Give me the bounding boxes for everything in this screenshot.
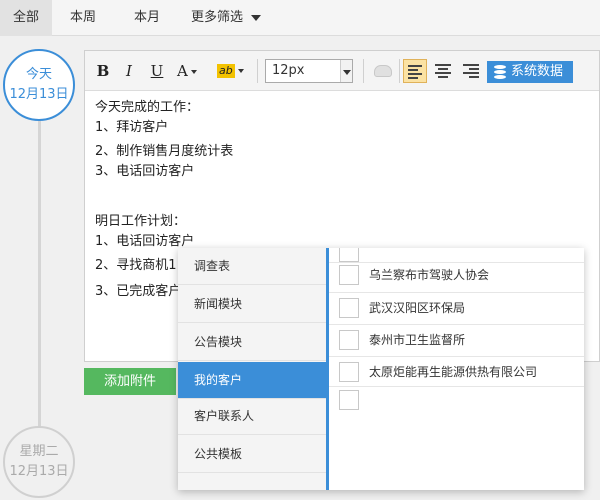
day-label: 今天 [25, 67, 52, 82]
category-list: 调查表 新闻模块 公告模块 我的客户 客户联系人 公共模板 [178, 248, 326, 490]
timeline-line [38, 106, 41, 428]
highlight-icon: ab [217, 64, 235, 78]
timeline-day-today: 今天 12月13日 [3, 49, 75, 121]
italic-button[interactable]: I [122, 60, 136, 82]
list-item-label: 泰州市卫生监督所 [369, 333, 466, 347]
category-item[interactable]: 公告模块 [178, 324, 326, 361]
align-right-button[interactable] [459, 59, 483, 83]
checkbox[interactable] [339, 265, 359, 285]
font-color-button[interactable]: A [177, 60, 205, 82]
day-label: 星期二 [19, 444, 59, 459]
row-divider [329, 356, 584, 357]
category-item[interactable]: 客户联系人 [178, 398, 326, 435]
more-filters-label: 更多筛选 [191, 10, 244, 25]
list-item-label: 乌兰察布市驾驶人协会 [369, 268, 490, 282]
chevron-down-icon [340, 60, 352, 82]
category-item[interactable]: 调查表 [178, 248, 326, 285]
timeline-day-tuesday: 星期二 12月13日 [3, 426, 75, 498]
bold-button[interactable]: B [95, 60, 111, 82]
system-data-label: 系统数据 [511, 64, 564, 79]
customer-list: 乌兰察布市驾驶人协会 武汉汉阳区环保局 泰州市卫生监督所 太原炬能再生能源供热有… [329, 248, 584, 490]
system-data-button[interactable]: 系统数据 [487, 61, 573, 83]
tab-all[interactable]: 全部 [0, 0, 52, 36]
chevron-down-icon [190, 70, 197, 74]
row-divider [329, 292, 584, 293]
editor-line: 1、拜访客户 [95, 120, 169, 135]
row-divider [329, 386, 584, 387]
checkbox[interactable] [339, 298, 359, 318]
font-color-icon: A [177, 62, 188, 80]
clear-format-button[interactable] [371, 60, 395, 82]
editor-toolbar: B I U A ab 12px 系统数据 [85, 51, 599, 91]
toolbar-divider [257, 59, 258, 83]
checkbox[interactable] [339, 362, 359, 382]
toolbar-divider [363, 59, 364, 83]
tab-this-week[interactable]: 本周 [70, 0, 96, 36]
filter-tabs: 全部 本周 本月 更多筛选 [0, 0, 600, 36]
toolbar-divider [399, 59, 400, 83]
tab-more-filters[interactable]: 更多筛选 [191, 0, 262, 36]
checkbox[interactable] [339, 330, 359, 350]
list-item-label: 太原炬能再生能源供热有限公司 [369, 365, 538, 379]
font-size-value: 12px [272, 63, 305, 78]
day-date: 12月13日 [9, 87, 69, 102]
checkbox[interactable] [339, 390, 359, 410]
row-divider [329, 324, 584, 325]
checkbox[interactable] [339, 248, 359, 262]
chevron-down-icon [237, 69, 244, 73]
category-item[interactable]: 新闻模块 [178, 286, 326, 323]
add-attachment-button[interactable]: 添加附件 [84, 368, 176, 395]
day-date: 12月13日 [9, 464, 69, 479]
system-data-popup: 调查表 新闻模块 公告模块 我的客户 客户联系人 公共模板 乌兰察布市驾驶人协会… [178, 248, 584, 490]
category-item[interactable]: 公共模板 [178, 436, 326, 473]
editor-line: 明日工作计划： [95, 214, 187, 229]
highlight-color-button[interactable]: ab [217, 60, 251, 82]
database-icon [494, 65, 506, 79]
align-left-button[interactable] [403, 59, 427, 83]
align-center-button[interactable] [431, 59, 455, 83]
chevron-down-icon [251, 14, 262, 21]
list-item-label: 武汉汉阳区环保局 [369, 301, 466, 315]
editor-line: 3、电话回访客户 [95, 164, 195, 179]
editor-line: 2、制作销售月度统计表 [95, 144, 234, 159]
font-size-select[interactable]: 12px [265, 59, 353, 83]
tab-this-month[interactable]: 本月 [134, 0, 160, 36]
row-divider [329, 262, 584, 263]
category-item-active[interactable]: 我的客户 [178, 362, 326, 399]
underline-button[interactable]: U [149, 60, 165, 82]
editor-line: 今天完成的工作： [95, 100, 200, 115]
eraser-icon [374, 65, 392, 77]
